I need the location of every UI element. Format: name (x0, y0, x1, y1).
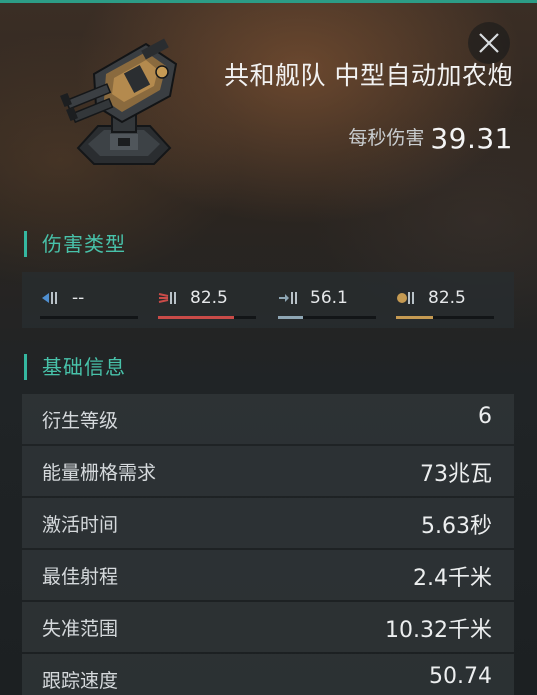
damage-thermal: 82.5 (158, 286, 256, 320)
info-value: 50.74 (429, 664, 492, 689)
info-value: 5.63秒 (421, 514, 492, 539)
damage-kinetic-value: 56.1 (310, 288, 348, 308)
damage-em: -- (40, 286, 138, 320)
info-row-optimal-range: 最佳射程 2.4千米 (22, 550, 514, 600)
em-damage-icon (42, 292, 57, 304)
info-value: 2.4千米 (413, 566, 492, 591)
item-info-panel: 共和舰队 中型自动加农炮 每秒伤害 39.31 伤害类型 -- 82.5 56.… (0, 0, 537, 695)
info-row-activation-time: 激活时间 5.63秒 (22, 498, 514, 548)
damage-type-heading: 伤害类型 (24, 231, 126, 257)
info-row-powergrid: 能量栅格需求 73兆瓦 (22, 446, 514, 496)
damage-em-bar (40, 316, 138, 319)
damage-em-value: -- (72, 288, 85, 308)
dps-label: 每秒伤害 (348, 127, 425, 149)
dps-readout: 每秒伤害 39.31 (348, 122, 513, 155)
close-button[interactable] (468, 22, 510, 64)
damage-explosive-value: 82.5 (428, 288, 466, 308)
info-value: 10.32千米 (385, 618, 492, 643)
explosive-damage-icon (397, 292, 414, 304)
damage-type-box: -- 82.5 56.1 82.5 (22, 272, 514, 328)
damage-kinetic: 56.1 (278, 286, 376, 320)
basic-info-table: 衍生等级 6 能量栅格需求 73兆瓦 激活时间 5.63秒 最佳射程 2.4千米… (22, 394, 514, 695)
item-name: 共和舰队 中型自动加农炮 (224, 61, 513, 90)
damage-kinetic-bar (278, 316, 376, 319)
info-label: 能量栅格需求 (42, 462, 157, 484)
info-row-tracking-speed: 跟踪速度 50.74 (22, 654, 514, 695)
info-value: 73兆瓦 (420, 462, 492, 487)
kinetic-damage-icon (279, 292, 297, 304)
basic-info-heading: 基础信息 (24, 354, 126, 380)
damage-thermal-bar (158, 316, 256, 319)
info-row-meta-level: 衍生等级 6 (22, 394, 514, 444)
close-icon (479, 33, 499, 53)
dps-value: 39.31 (430, 122, 513, 155)
damage-thermal-bar-fill (158, 316, 235, 319)
thermal-damage-icon (158, 292, 176, 304)
info-row-falloff: 失准范围 10.32千米 (22, 602, 514, 652)
info-label: 衍生等级 (42, 410, 119, 432)
damage-explosive-bar-fill (396, 316, 434, 319)
info-label: 失准范围 (42, 618, 119, 640)
autocannon-turret-icon (60, 38, 178, 165)
info-value: 6 (478, 404, 492, 429)
info-label: 激活时间 (42, 514, 119, 536)
damage-kinetic-bar-fill (278, 316, 304, 319)
top-accent-line (0, 0, 537, 3)
damage-thermal-value: 82.5 (190, 288, 228, 308)
damage-explosive-bar (396, 316, 494, 319)
damage-explosive: 82.5 (396, 286, 494, 320)
info-label: 最佳射程 (42, 566, 119, 588)
info-label: 跟踪速度 (42, 670, 119, 692)
